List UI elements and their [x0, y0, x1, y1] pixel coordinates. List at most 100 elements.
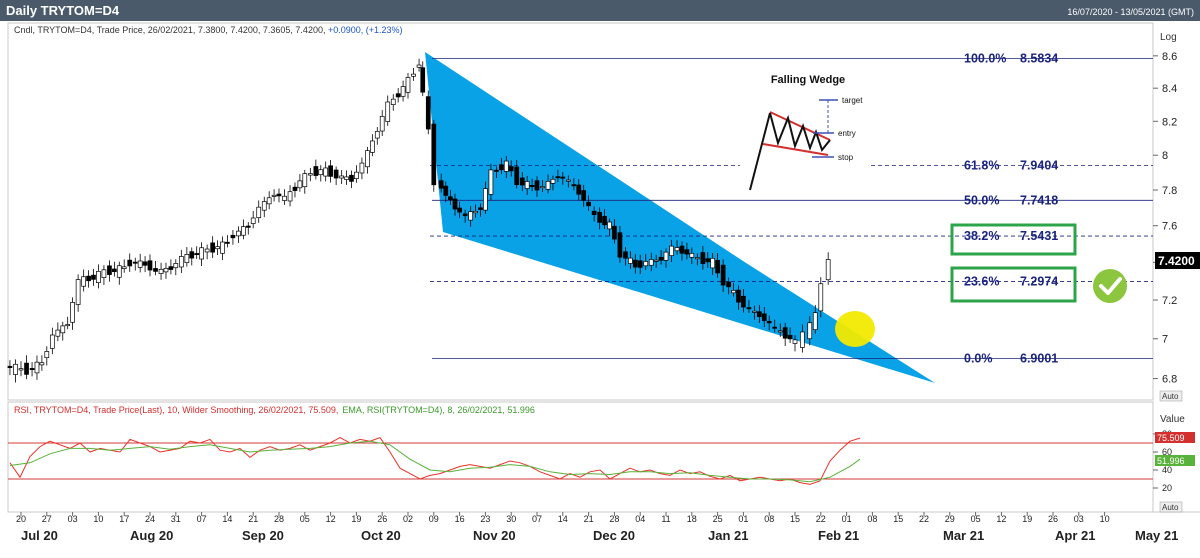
- candle-body: [726, 281, 732, 288]
- candle-body: [101, 269, 107, 278]
- candle-body: [107, 265, 112, 275]
- candle-body: [540, 186, 545, 189]
- time-tick-label: 07: [532, 514, 542, 524]
- fib-pct-label: 61.8%: [964, 159, 999, 173]
- candle-body: [60, 325, 66, 334]
- fib-level-label: 7.5431: [1020, 229, 1058, 243]
- candle-body: [184, 254, 190, 264]
- rsi-legend: RSI, TRYTOM=D4, Trade Price(Last), 10, W…: [14, 405, 535, 415]
- fibonacci-labels: 100.0% 8.5834 61.8% 7.9404 50.0% 7.7418 38.2% 7…: [964, 52, 1058, 366]
- candle-body: [524, 181, 530, 189]
- candle-body: [597, 211, 603, 223]
- candle-body: [710, 257, 716, 269]
- candle-body: [127, 259, 133, 267]
- time-tick-label: 20: [16, 514, 26, 524]
- rsi-panel-border: [7, 401, 1154, 513]
- check-icon: [1093, 269, 1127, 303]
- candle-body: [137, 260, 143, 268]
- rsi-value-label: Value: [1160, 414, 1185, 425]
- candle-body: [276, 193, 282, 197]
- month-label: Apr 21: [1055, 528, 1095, 543]
- candle-body: [560, 176, 566, 179]
- candle-body: [112, 268, 117, 273]
- candle-body: [679, 245, 685, 254]
- candle-body: [199, 247, 204, 260]
- time-tick-label: 03: [68, 514, 78, 524]
- candle-body: [473, 210, 478, 214]
- candle-body: [658, 256, 664, 261]
- candle-body: [323, 167, 329, 177]
- candle-body: [586, 201, 591, 207]
- rsi-last-label: 75.509: [1157, 433, 1185, 443]
- candle-body: [736, 289, 741, 303]
- candle-body: [241, 226, 246, 236]
- candle-body: [153, 268, 158, 272]
- time-tick-label: 17: [119, 514, 129, 524]
- candle-body: [565, 179, 571, 182]
- chart-title: Daily TRYTOM=D4: [6, 3, 120, 18]
- candle-body: [663, 251, 669, 261]
- candle-body: [34, 361, 40, 374]
- candle-body: [508, 166, 514, 172]
- candle-body: [178, 256, 184, 268]
- time-tick-label: 08: [764, 514, 774, 524]
- candle-body: [812, 312, 818, 331]
- rsi-chart: [8, 436, 1153, 485]
- candle-body: [416, 64, 422, 68]
- month-label: Jan 21: [708, 528, 748, 543]
- price-tick-label: 7.8: [1162, 185, 1177, 197]
- candle-body: [173, 263, 179, 269]
- candle-body: [514, 166, 520, 185]
- time-tick-label: 11: [661, 514, 670, 524]
- candle-body: [390, 98, 396, 105]
- candle-body: [612, 225, 617, 240]
- month-label: Mar 21: [943, 528, 984, 543]
- fib-pct-label: 23.6%: [964, 275, 999, 289]
- candle-body: [132, 261, 138, 264]
- candle-body: [70, 302, 75, 323]
- fib-level-label: 7.2974: [1020, 275, 1058, 289]
- candle-body: [757, 311, 762, 318]
- time-tick-label: 09: [429, 514, 439, 524]
- candle-body: [700, 252, 706, 264]
- candle-body: [271, 194, 277, 197]
- price-legend-change: +0.0900, (+1.23%): [328, 25, 403, 35]
- time-tick-label: 12: [996, 514, 1006, 524]
- candle-body: [210, 242, 216, 253]
- time-tick-label: 01: [738, 514, 748, 524]
- time-tick-label: 25: [713, 514, 723, 524]
- candle-body: [468, 211, 474, 221]
- candle-body: [142, 261, 148, 266]
- time-tick-label: 27: [42, 514, 52, 524]
- candle-body: [400, 86, 406, 97]
- month-label: Nov 20: [473, 528, 516, 543]
- candle-body: [395, 93, 401, 98]
- candle-body: [674, 247, 680, 252]
- candle-body: [425, 96, 431, 130]
- fib-level-label: 7.7418: [1020, 193, 1058, 207]
- chart-window: Daily TRYTOM=D4 16/07/2020 - 13/05/2021 …: [0, 0, 1200, 553]
- time-tick-label: 05: [300, 514, 310, 524]
- candle-body: [282, 195, 287, 201]
- log-scale-label[interactable]: Log: [1160, 32, 1177, 43]
- date-range: 16/07/2020 - 13/05/2021 (GMT): [1067, 7, 1194, 17]
- fib-level-label: 7.9404: [1020, 159, 1058, 173]
- candle-body: [576, 184, 582, 195]
- candle-body: [18, 368, 24, 371]
- candlesticks: [7, 58, 831, 383]
- candle-body: [307, 173, 313, 176]
- candle-body: [420, 67, 426, 93]
- candle-body: [545, 180, 551, 190]
- candle-body: [287, 191, 293, 202]
- month-label: Jul 20: [21, 528, 58, 543]
- time-tick-label: 28: [274, 514, 284, 524]
- time-tick-label: 24: [145, 514, 155, 524]
- candle-body: [519, 177, 525, 186]
- candle-body: [385, 101, 391, 122]
- candle-body: [643, 261, 649, 267]
- candle-body: [720, 264, 726, 286]
- time-tick-label: 21: [584, 514, 594, 524]
- chart-canvas: Daily TRYTOM=D4 16/07/2020 - 13/05/2021 …: [0, 0, 1200, 543]
- ema-last-label: 51.996: [1157, 456, 1185, 466]
- candle-body: [499, 164, 504, 171]
